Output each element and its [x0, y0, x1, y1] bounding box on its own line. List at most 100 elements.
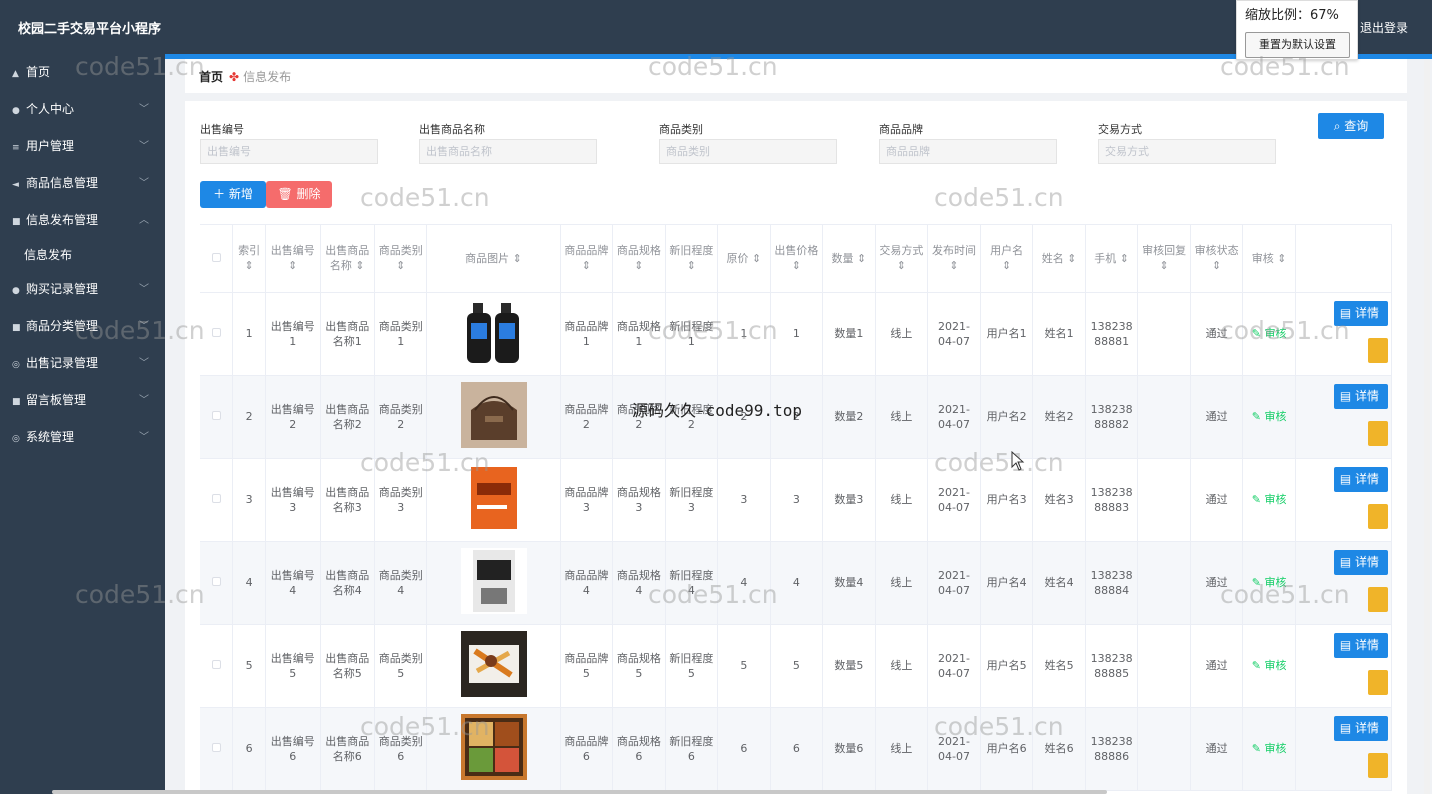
vertical-scrollbar[interactable] [1424, 60, 1430, 794]
column-header[interactable]: 交易方式 ⇕ [875, 225, 929, 293]
audit-link[interactable]: ✎ 审核 [1252, 327, 1287, 340]
column-header[interactable]: 商品图片 ⇕ [426, 225, 561, 293]
detail-button[interactable]: ▤ 详情 [1333, 632, 1388, 658]
column-header[interactable]: 出售商品名称 ⇕ [320, 225, 375, 293]
sort-icon: ⇕ [1002, 259, 1012, 273]
document-icon: ▤ [1339, 305, 1356, 320]
detail-button[interactable]: ▤ 详情 [1333, 466, 1388, 492]
detail-button[interactable]: ▤ 详情 [1333, 383, 1388, 409]
audit-link[interactable]: ✎ 审核 [1252, 659, 1287, 672]
column-header[interactable]: 姓名 ⇕ [1032, 225, 1086, 293]
search-input[interactable]: 商品类别 [659, 139, 837, 164]
detail-button[interactable]: ▤ 详情 [1333, 300, 1388, 326]
audit-link[interactable]: ✎ 审核 [1252, 576, 1287, 589]
column-header[interactable]: 审核回复 ⇕ [1137, 225, 1191, 293]
edit-button[interactable] [1367, 752, 1388, 778]
logout-link[interactable]: 退出登录 [1360, 19, 1408, 36]
edit-button[interactable] [1367, 420, 1388, 446]
sidebar-item[interactable]: ● 个人中心 ﹀ [0, 91, 165, 128]
cell-cat: 商品类别1 [374, 292, 428, 376]
edit-button[interactable] [1367, 503, 1388, 529]
query-button[interactable]: ⌕ 查询 [1318, 113, 1384, 139]
sort-icon: ⇕ [244, 259, 254, 273]
sidebar-item-label: 商品信息管理 [26, 176, 99, 190]
add-button[interactable]: ＋ 新增 [200, 181, 266, 208]
search-input[interactable]: 商品品牌 [879, 139, 1057, 164]
column-header[interactable]: 手机 ⇕ [1085, 225, 1139, 293]
cell-cond: 新旧程度6 [665, 707, 719, 791]
sort-icon: ⇕ [1212, 259, 1222, 273]
column-header[interactable]: 出售编号 ⇕ [265, 225, 321, 293]
search-input[interactable]: 交易方式 [1098, 139, 1276, 164]
audit-label: 审核 [1264, 410, 1287, 423]
edit-button[interactable] [1367, 586, 1388, 612]
row-checkbox[interactable] [211, 577, 221, 586]
cell-phone: 13823888885 [1085, 624, 1139, 708]
sidebar-item[interactable]: ≡ 用户管理 ﹀ [0, 128, 165, 165]
sidebar-item[interactable]: ● 购买记录管理 ﹀ [0, 271, 165, 308]
cell-realname: 姓名6 [1032, 707, 1086, 791]
zoom-reset-button[interactable]: 重置为默认设置 [1245, 32, 1350, 58]
column-header[interactable]: 用户名 ⇕ [980, 225, 1034, 293]
edit-button[interactable] [1367, 337, 1388, 363]
sidebar-item-label: 个人中心 [26, 102, 75, 116]
select-all-checkbox[interactable] [211, 252, 221, 262]
row-checkbox[interactable] [211, 494, 221, 503]
column-header[interactable]: 商品类别 ⇕ [374, 225, 428, 293]
sidebar-item[interactable]: ▲ 首页 [0, 54, 165, 91]
audit-link[interactable]: ✎ 审核 [1252, 742, 1287, 755]
column-header[interactable]: 原价 ⇕ [717, 225, 771, 293]
detail-label: 详情 [1355, 720, 1380, 735]
cell-spec: 商品规格6 [612, 707, 666, 791]
cell-brand: 商品品牌5 [560, 624, 614, 708]
column-header[interactable]: 审核状态 ⇕ [1190, 225, 1244, 293]
data-table: 索引 ⇕ 出售编号 ⇕ 出售商品名称 ⇕ 商品类别 ⇕ 商品图片 ⇕ 商品品牌 ⇕ 商品规格… [200, 224, 1392, 794]
row-checkbox[interactable] [211, 328, 221, 337]
column-header[interactable]: 新旧程度 ⇕ [665, 225, 719, 293]
row-checkbox[interactable] [211, 411, 221, 420]
horizontal-scrollbar[interactable] [52, 790, 1107, 794]
detail-label: 详情 [1355, 388, 1380, 403]
audit-link[interactable]: ✎ 审核 [1252, 410, 1287, 423]
sidebar-item[interactable]: ◎ 系统管理 ﹀ [0, 419, 165, 456]
cell-name: 出售商品名称5 [320, 624, 375, 708]
cell-status: 通过 [1190, 707, 1244, 791]
column-header[interactable]: 发布时间 ⇕ [927, 225, 981, 293]
sidebar-item[interactable]: ■ 留言板管理 ﹀ [0, 382, 165, 419]
column-header[interactable]: 索引 ⇕ [232, 225, 267, 293]
top-bar: 校园二手交易平台小程序 退出登录 [0, 0, 1432, 54]
edit-icon: ✎ [1251, 410, 1265, 423]
column-header[interactable]: 出售价格 ⇕ [770, 225, 824, 293]
cell-image [426, 375, 561, 459]
chevron-icon: ﹀ [139, 104, 149, 115]
column-header[interactable]: 商品规格 ⇕ [612, 225, 666, 293]
audit-label: 审核 [1264, 576, 1287, 589]
actions-header [1295, 225, 1392, 293]
column-header[interactable]: 数量 ⇕ [822, 225, 876, 293]
cell-time: 2021-04-07 [927, 707, 981, 791]
row-checkbox[interactable] [211, 660, 221, 669]
cell-spec: 商品规格1 [612, 292, 666, 376]
audit-link[interactable]: ✎ 审核 [1252, 493, 1287, 506]
column-header[interactable]: 审核 ⇕ [1242, 225, 1296, 293]
cell-trade: 线上 [875, 375, 929, 459]
search-input[interactable]: 出售编号 [200, 139, 378, 164]
sidebar-subitem[interactable]: 信息发布 [0, 239, 165, 271]
detail-button[interactable]: ▤ 详情 [1333, 549, 1388, 575]
cell-qty: 数量2 [822, 375, 876, 459]
sidebar-item[interactable]: ◄ 商品信息管理 ﹀ [0, 165, 165, 202]
sidebar-item[interactable]: ◎ 出售记录管理 ﹀ [0, 345, 165, 382]
breadcrumb-current: 信息发布 [243, 70, 292, 84]
column-header[interactable]: 商品品牌 ⇕ [560, 225, 614, 293]
edit-button[interactable] [1367, 669, 1388, 695]
column-header-label: 姓名 [1041, 251, 1064, 265]
row-checkbox[interactable] [211, 743, 221, 752]
sidebar-item[interactable]: ■ 商品分类管理 ﹀ [0, 308, 165, 345]
sidebar-item[interactable]: ■ 信息发布管理 ︿ [0, 202, 165, 239]
search-input[interactable]: 出售商品名称 [419, 139, 597, 164]
delete-button[interactable]: 🗑 删除 [266, 181, 332, 208]
product-image [460, 381, 527, 448]
breadcrumb-home[interactable]: 首页 [199, 70, 223, 84]
table-row: 5 出售编号5 出售商品名称5 商品类别5 商品品牌5 商品规格5 新旧程度5 5 5 数量5 线上… [200, 624, 1392, 708]
detail-button[interactable]: ▤ 详情 [1333, 715, 1388, 741]
